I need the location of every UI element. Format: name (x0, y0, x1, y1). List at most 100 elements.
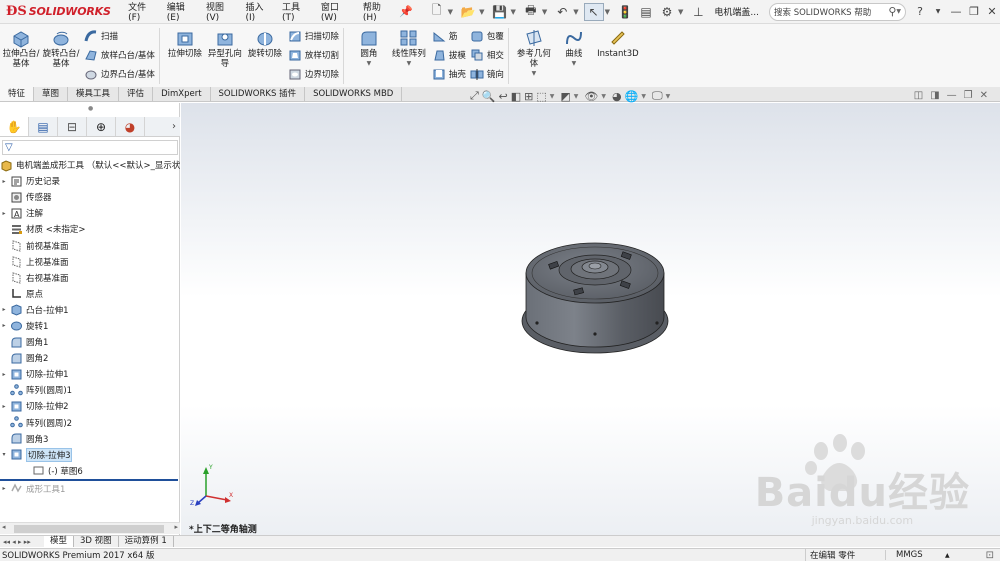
curves-button[interactable]: 曲线 ▼ (555, 28, 593, 69)
tree-node[interactable]: 圆角2 (0, 350, 180, 366)
hole-wizard-button[interactable]: 异型孔向导 (206, 28, 244, 69)
loft-boss-button[interactable]: 放样凸台/基体 (84, 47, 155, 63)
chevron-down-icon[interactable]: ▼ (678, 8, 683, 16)
menu-file[interactable]: 文件(F) (122, 0, 161, 23)
tree-node[interactable]: ▾ 切除-拉伸3 (0, 447, 180, 463)
tree-node[interactable]: 前视基准面 (0, 237, 180, 253)
search-input[interactable]: 搜索 SOLIDWORKS 帮助 (774, 6, 888, 18)
previous-view-icon[interactable]: ↩ (499, 90, 508, 103)
tree-node[interactable]: 材质 <未指定> (0, 221, 180, 237)
chevron-left-icon[interactable]: ◂ (2, 523, 6, 531)
chevron-right-icon[interactable]: ▸ (0, 178, 8, 185)
chevron-down-icon[interactable]: ▼ (542, 8, 547, 16)
tree-node[interactable]: 右视基准面 (0, 270, 180, 286)
revolve-cut-button[interactable]: 旋转切除 (246, 28, 284, 59)
tree-node[interactable]: (-) 草图6 (0, 463, 180, 479)
view-settings-icon[interactable]: 🖵 (652, 89, 663, 103)
chevron-down-icon[interactable]: ▼ (407, 59, 412, 69)
chevron-down-icon[interactable]: ▼ (572, 59, 577, 69)
boundary-cut-button[interactable]: 边界切除 (288, 66, 339, 82)
chevron-right-icon[interactable]: ▸ (0, 485, 8, 492)
chevron-right-icon[interactable]: ▸ (0, 322, 8, 329)
shell-button[interactable]: 抽壳 (432, 66, 466, 82)
tab-features[interactable]: 特征 (0, 87, 35, 101)
chevron-down-icon[interactable]: ▼ (479, 8, 484, 16)
chevron-down-icon[interactable]: ▼ (601, 93, 606, 100)
mirror-button[interactable]: 镜向 (470, 66, 504, 82)
hide-show-items-icon[interactable]: 👁 (584, 90, 598, 103)
chevron-down-icon[interactable]: ▼ (573, 8, 578, 16)
tab-motion-study[interactable]: 运动算例 1 (119, 536, 174, 547)
search-icon[interactable]: ⚲ (888, 5, 896, 18)
linear-pattern-button[interactable]: 线性阵列 ▼ (390, 28, 428, 69)
panel-grip-icon[interactable]: ● (88, 105, 93, 112)
configuration-manager-tab-icon[interactable]: ⊟ (58, 117, 87, 136)
chevron-down-icon[interactable]: ▼ (641, 93, 646, 100)
select-pointer-icon[interactable]: ↖ (583, 2, 604, 21)
tree-node[interactable]: 阵列(圆周)2 (0, 415, 180, 431)
tab-dimxpert[interactable]: DimXpert (153, 87, 211, 101)
coordinate-icon[interactable]: ⊥ (688, 3, 708, 21)
tab-mold-tools[interactable]: 模具工具 (68, 87, 120, 101)
tab-mbd[interactable]: SOLIDWORKS MBD (305, 87, 403, 101)
tree-node[interactable]: ▸ 历史记录 (0, 173, 180, 189)
tree-node[interactable]: ▸ 切除-拉伸2 (0, 398, 180, 414)
boundary-boss-button[interactable]: 边界凸台/基体 (84, 66, 155, 82)
tree-node[interactable]: 圆角1 (0, 334, 180, 350)
tree-node[interactable]: 上视基准面 (0, 254, 180, 270)
rebuild-traffic-light-icon[interactable]: 🚦 (615, 3, 635, 21)
help-search-box[interactable]: 搜索 SOLIDWORKS 帮助 ⚲ ▼ (769, 2, 906, 21)
display-manager-tab-icon[interactable]: ◕ (116, 117, 145, 136)
tab-sketch[interactable]: 草图 (34, 87, 69, 101)
tree-node[interactable]: ▸ 旋转1 (0, 318, 180, 334)
tree-node[interactable]: ▸ 切除-拉伸1 (0, 366, 180, 382)
panel-collapse-icon[interactable]: ◫ (914, 90, 923, 101)
print-icon[interactable]: 🖶 (521, 3, 541, 21)
restore-icon[interactable]: ❐ (966, 5, 982, 18)
revolve-boss-button[interactable]: 旋转凸台/基体 (42, 28, 80, 69)
sweep-cut-button[interactable]: 扫描切除 (288, 28, 339, 44)
restore-icon[interactable]: ❐ (964, 90, 973, 101)
property-manager-tab-icon[interactable]: ▤ (29, 117, 58, 136)
menu-edit[interactable]: 编辑(E) (161, 0, 200, 23)
chevron-down-icon[interactable]: ▼ (532, 69, 537, 79)
open-folder-icon[interactable]: 📂 (458, 3, 478, 21)
tab-model[interactable]: 模型 (44, 536, 75, 547)
edit-appearance-icon[interactable]: ◕ (612, 90, 622, 103)
help-icon[interactable]: ? (912, 5, 928, 18)
tab-addins[interactable]: SOLIDWORKS 插件 (211, 87, 306, 101)
panel-expand-icon[interactable]: ◨ (930, 90, 939, 101)
chevron-right-icon[interactable]: ▸ (0, 403, 8, 410)
rib-button[interactable]: 筋 (432, 28, 466, 44)
section-view-icon[interactable]: ◧ (511, 90, 521, 103)
chevron-right-icon[interactable]: ▸ (0, 371, 8, 378)
apply-scene-icon[interactable]: 🌐 (625, 90, 639, 103)
chevron-right-icon[interactable]: ▸ (174, 523, 178, 531)
feature-filter-bar[interactable]: ▽ (2, 140, 178, 155)
chevron-down-icon[interactable]: ▼ (510, 8, 515, 16)
dynamic-annotation-icon[interactable]: ⊞ (524, 90, 533, 103)
dimxpert-manager-tab-icon[interactable]: ⊕ (87, 117, 116, 136)
sweep-button[interactable]: 扫描 (84, 28, 155, 44)
chevron-down-icon[interactable]: ▼ (896, 8, 901, 15)
menu-window[interactable]: 窗口(W) (315, 0, 357, 23)
minimize-icon[interactable]: — (948, 5, 964, 18)
draft-button[interactable]: 拔模 (432, 47, 466, 63)
chevron-up-icon[interactable]: ▲ (945, 552, 950, 559)
instant3d-button[interactable]: Instant3D (595, 28, 641, 59)
customize-status-icon[interactable]: ⊡ (986, 550, 994, 561)
feature-tree-scrollbar[interactable]: ◂ ▸ (0, 522, 180, 534)
tab-3d-views[interactable]: 3D 视图 (74, 536, 119, 547)
chevron-down-icon[interactable]: ▼ (574, 93, 579, 100)
chevron-down-icon[interactable]: ▼ (666, 93, 671, 100)
solidworks-logo[interactable]: ƉS SOLIDWORKS (0, 4, 120, 19)
chevron-down-icon[interactable]: ▾ (0, 451, 8, 458)
minimize-icon[interactable]: — (947, 90, 957, 101)
menu-tools[interactable]: 工具(T) (276, 0, 315, 23)
file-properties-icon[interactable]: ▤ (636, 3, 656, 21)
view-orientation-icon[interactable]: ⬚ (536, 90, 546, 103)
menu-help[interactable]: 帮助(H) (357, 0, 397, 23)
chevron-right-icon[interactable]: › (172, 121, 176, 132)
chevron-down-icon[interactable]: ▼ (930, 8, 946, 15)
tree-node[interactable]: 原点 (0, 286, 180, 302)
